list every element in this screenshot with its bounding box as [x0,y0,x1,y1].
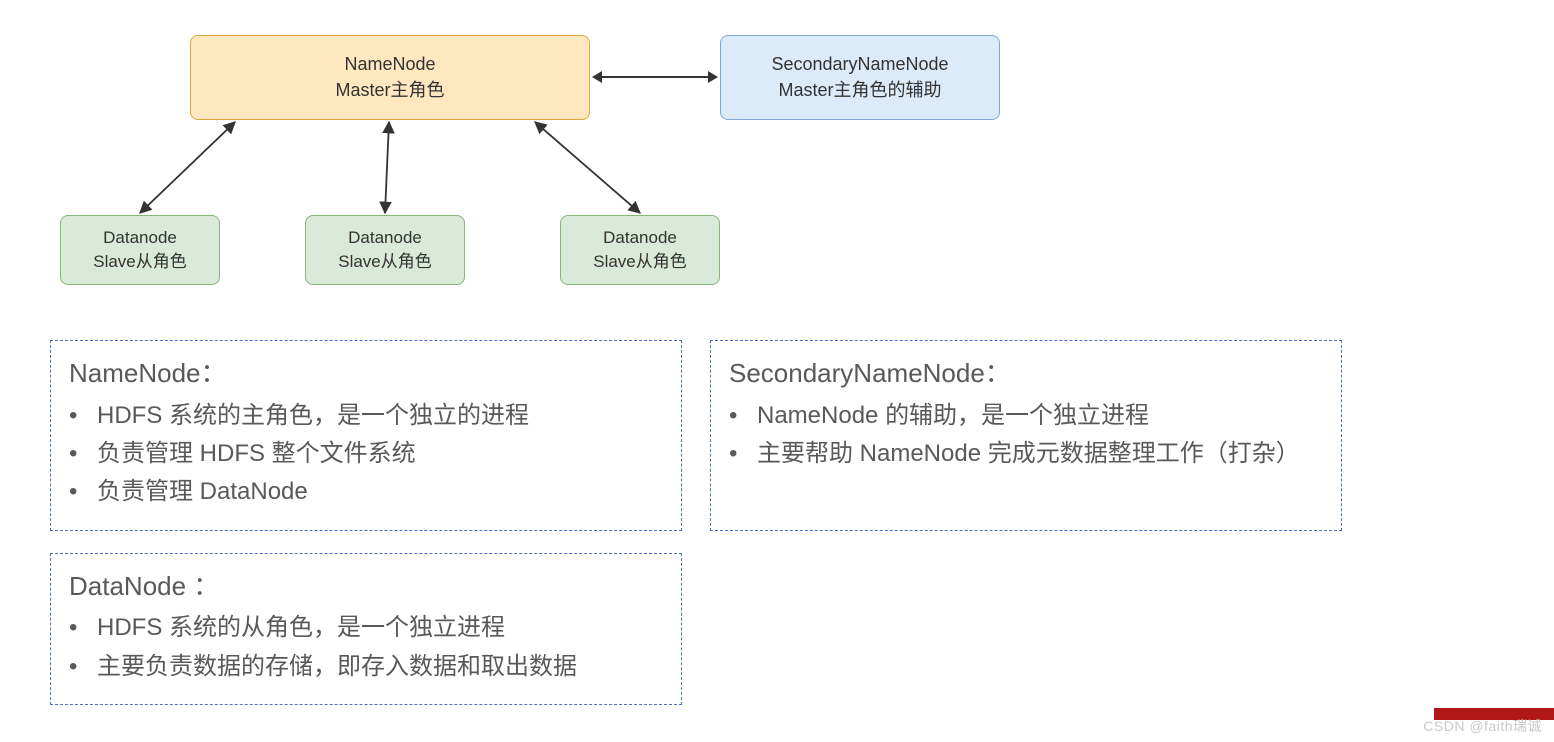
panel-datanode-list: HDFS 系统的从角色，是一个独立进程 主要负责数据的存储，即存入数据和取出数据 [69,609,663,686]
list-item: 主要负责数据的存储，即存入数据和取出数据 [97,648,663,686]
panel-secondary: SecondaryNameNode： NameNode 的辅助，是一个独立进程 … [710,340,1342,531]
namenode-title: NameNode [344,52,435,77]
panel-datanode-title: DataNode ： [69,566,663,608]
panel-secondary-title: SecondaryNameNode： [729,353,1323,395]
panel-namenode-list: HDFS 系统的主角色，是一个独立的进程 负责管理 HDFS 整个文件系统 负责… [69,397,663,512]
panel-namenode: NameNode： HDFS 系统的主角色，是一个独立的进程 负责管理 HDFS… [50,340,682,531]
secondary-title: SecondaryNameNode [771,52,948,77]
datanode-title: Datanode [603,226,677,250]
list-item: NameNode 的辅助，是一个独立进程 [757,397,1323,435]
secondary-subtitle: Master主角色的辅助 [778,78,941,103]
panel-secondary-list: NameNode 的辅助，是一个独立进程 主要帮助 NameNode 完成元数据… [729,397,1323,474]
datanode-subtitle: Slave从角色 [93,250,187,274]
arrow-namenode-secondary [600,76,710,78]
architecture-diagram: NameNode Master主角色 SecondaryNameNode Mas… [0,0,1554,330]
arrowhead-icon [708,71,718,83]
datanode-subtitle: Slave从角色 [338,250,432,274]
list-item: HDFS 系统的从角色，是一个独立进程 [97,609,663,647]
datanode-title: Datanode [348,226,422,250]
list-item: 负责管理 DataNode [97,473,663,511]
secondary-namenode-box: SecondaryNameNode Master主角色的辅助 [720,35,1000,120]
list-item: 负责管理 HDFS 整个文件系统 [97,435,663,473]
watermark-text: CSDN @faith瑞诚 [1423,716,1542,736]
list-item: HDFS 系统的主角色，是一个独立的进程 [97,397,663,435]
datanode-box-3: Datanode Slave从角色 [560,215,720,285]
arrowhead-icon [592,71,602,83]
info-panels: NameNode： HDFS 系统的主角色，是一个独立的进程 负责管理 HDFS… [0,330,1554,705]
list-item: 主要帮助 NameNode 完成元数据整理工作（打杂） [757,435,1323,473]
datanode-subtitle: Slave从角色 [593,250,687,274]
panel-row-1: NameNode： HDFS 系统的主角色，是一个独立的进程 负责管理 HDFS… [50,340,1504,531]
panel-namenode-title: NameNode： [69,353,663,395]
panel-datanode: DataNode ： HDFS 系统的从角色，是一个独立进程 主要负责数据的存储… [50,553,682,705]
datanode-box-2: Datanode Slave从角色 [305,215,465,285]
datanode-title: Datanode [103,226,177,250]
datanode-box-1: Datanode Slave从角色 [60,215,220,285]
namenode-box: NameNode Master主角色 [190,35,590,120]
panel-row-2: DataNode ： HDFS 系统的从角色，是一个独立进程 主要负责数据的存储… [50,553,1504,705]
namenode-subtitle: Master主角色 [335,78,444,103]
